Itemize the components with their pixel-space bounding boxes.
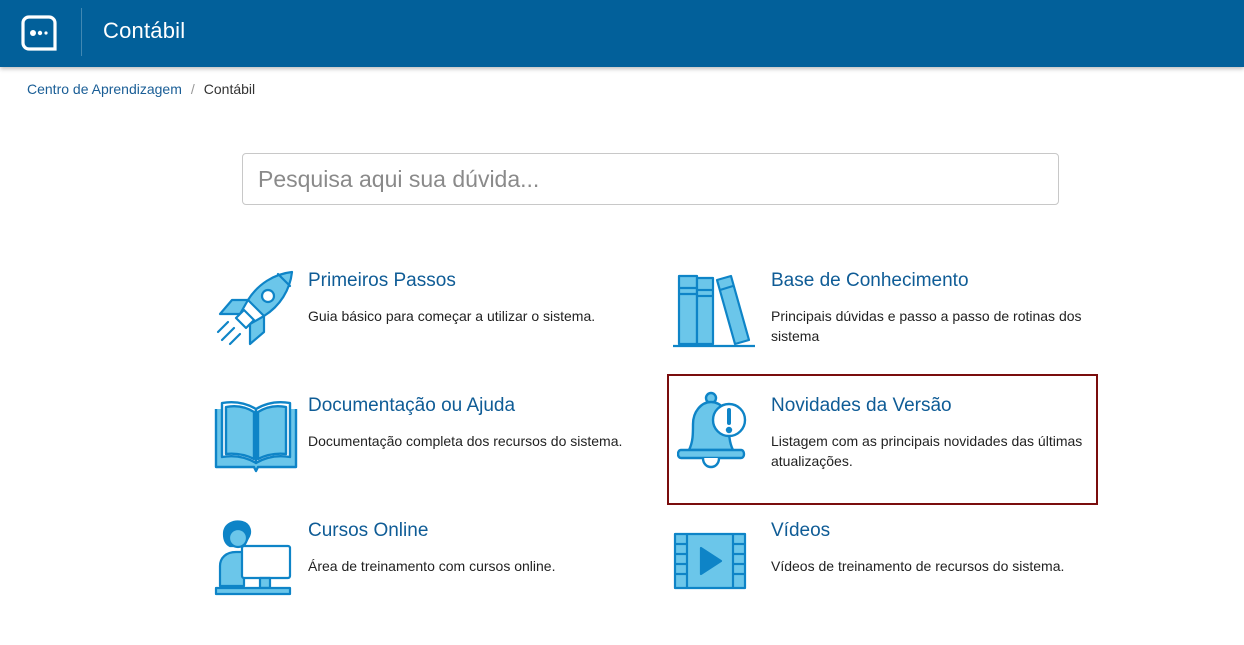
card-description: Documentação completa dos recursos do si… bbox=[308, 433, 623, 449]
card-description: Vídeos de treinamento de recursos do sis… bbox=[771, 558, 1065, 574]
card-novidades[interactable]: Novidades da Versão Listagem com as prin… bbox=[667, 374, 1098, 505]
card-title[interactable]: Vídeos bbox=[771, 520, 830, 542]
breadcrumb: Centro de Aprendizagem / Contábil bbox=[27, 81, 255, 97]
card-videos[interactable]: Vídeos Vídeos de treinamento de recursos… bbox=[673, 520, 1105, 645]
search-input[interactable] bbox=[242, 153, 1059, 205]
open-book-icon bbox=[214, 401, 298, 473]
card-primeiros-passos[interactable]: Primeiros Passos Guia básico para começa… bbox=[214, 270, 642, 398]
books-icon bbox=[673, 274, 755, 348]
rocket-icon bbox=[216, 270, 294, 346]
breadcrumb-separator: / bbox=[190, 81, 195, 97]
card-description: Principais dúvidas e passo a passo de ro… bbox=[771, 308, 1082, 344]
top-bar: Contábil bbox=[0, 0, 1244, 67]
video-film-icon bbox=[673, 532, 747, 590]
card-description: Área de treinamento com cursos online. bbox=[308, 558, 556, 574]
app-title: Contábil bbox=[103, 18, 186, 43]
breadcrumb-current: Contábil bbox=[203, 81, 256, 97]
card-title[interactable]: Novidades da Versão bbox=[771, 395, 952, 417]
card-title[interactable]: Primeiros Passos bbox=[308, 270, 456, 292]
card-title[interactable]: Documentação ou Ajuda bbox=[308, 395, 515, 417]
card-description: Listagem com as principais novidades das… bbox=[771, 433, 1083, 469]
card-documentacao[interactable]: Documentação ou Ajuda Documentação compl… bbox=[214, 395, 642, 523]
card-title[interactable]: Base de Conhecimento bbox=[771, 270, 969, 292]
bell-alert-icon bbox=[677, 391, 747, 469]
card-cursos-online[interactable]: Cursos Online Área de treinamento com cu… bbox=[214, 520, 642, 645]
card-title[interactable]: Cursos Online bbox=[308, 520, 428, 542]
topbar-divider bbox=[81, 8, 82, 56]
chat-bubble-logo-icon[interactable] bbox=[21, 15, 57, 51]
card-description: Guia básico para começar a utilizar o si… bbox=[308, 308, 596, 324]
student-computer-icon bbox=[214, 520, 292, 596]
breadcrumb-link-root[interactable]: Centro de Aprendizagem bbox=[27, 81, 182, 97]
